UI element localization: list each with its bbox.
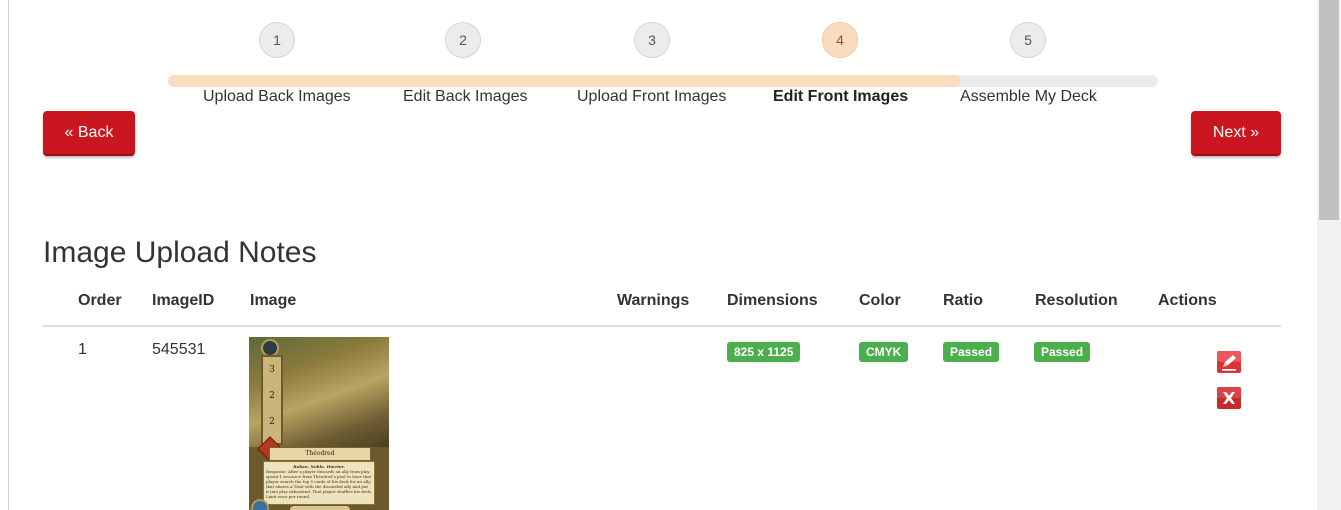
card-set-icon [251, 499, 269, 510]
column-header-image: Image [250, 292, 297, 309]
step-2-circle[interactable]: 2 [445, 22, 481, 58]
card-stat-defense: 2 [269, 417, 275, 427]
column-header-imageid: ImageID [152, 292, 215, 309]
step-4-label[interactable]: Edit Front Images [773, 88, 908, 106]
step-1-label[interactable]: Upload Back Images [203, 88, 351, 106]
delete-icon[interactable] [1216, 386, 1242, 410]
wizard-progress-fill [168, 75, 960, 87]
edit-icon[interactable] [1216, 350, 1242, 374]
card-thumbnail[interactable]: 3 2 2 Théodred Rohan. Noble. Warrior. Re… [249, 337, 389, 510]
step-5-label[interactable]: Assemble My Deck [960, 88, 1097, 106]
card-rules-text: Response: After a player discards an all… [266, 469, 372, 499]
card-footer-plate [289, 505, 351, 510]
cell-imageid: 545531 [152, 341, 206, 358]
column-header-color: Color [859, 292, 901, 309]
card-text-box: Rohan. Noble. Warrior. Response: After a… [263, 461, 375, 505]
scrollbar-thumb[interactable] [1319, 0, 1339, 220]
wizard-progress-track [168, 75, 1158, 87]
step-3-circle[interactable]: 3 [634, 22, 670, 58]
step-3-label[interactable]: Upload Front Images [577, 88, 726, 106]
column-header-resolution: Resolution [1035, 292, 1118, 309]
step-4-circle[interactable]: 4 [822, 22, 858, 58]
dimensions-badge: 825 x 1125 [727, 342, 801, 362]
resolution-badge: Passed [1034, 342, 1091, 362]
color-badge: CMYK [859, 342, 909, 362]
next-button[interactable]: Next » [1191, 111, 1281, 156]
column-header-dimensions: Dimensions [727, 292, 818, 309]
column-header-order: Order [78, 292, 122, 309]
step-2-label[interactable]: Edit Back Images [403, 88, 528, 106]
column-header-warnings: Warnings [617, 292, 690, 309]
cell-order: 1 [78, 341, 87, 358]
back-button[interactable]: « Back [43, 111, 135, 156]
card-name: Théodred [269, 447, 371, 461]
column-header-actions: Actions [1158, 292, 1217, 309]
step-5-circle[interactable]: 5 [1010, 22, 1046, 58]
card-stat-panel: 3 2 2 [261, 355, 283, 445]
table-header-divider [43, 325, 1281, 327]
ratio-badge: Passed [943, 342, 1000, 362]
column-header-ratio: Ratio [943, 292, 983, 309]
card-stat-willpower: 3 [269, 365, 275, 375]
card-stat-attack: 2 [269, 391, 275, 401]
vertical-scrollbar[interactable] [1317, 0, 1341, 510]
page-left-border [8, 0, 9, 510]
section-title: Image Upload Notes [43, 236, 317, 269]
step-1-circle[interactable]: 1 [259, 22, 295, 58]
